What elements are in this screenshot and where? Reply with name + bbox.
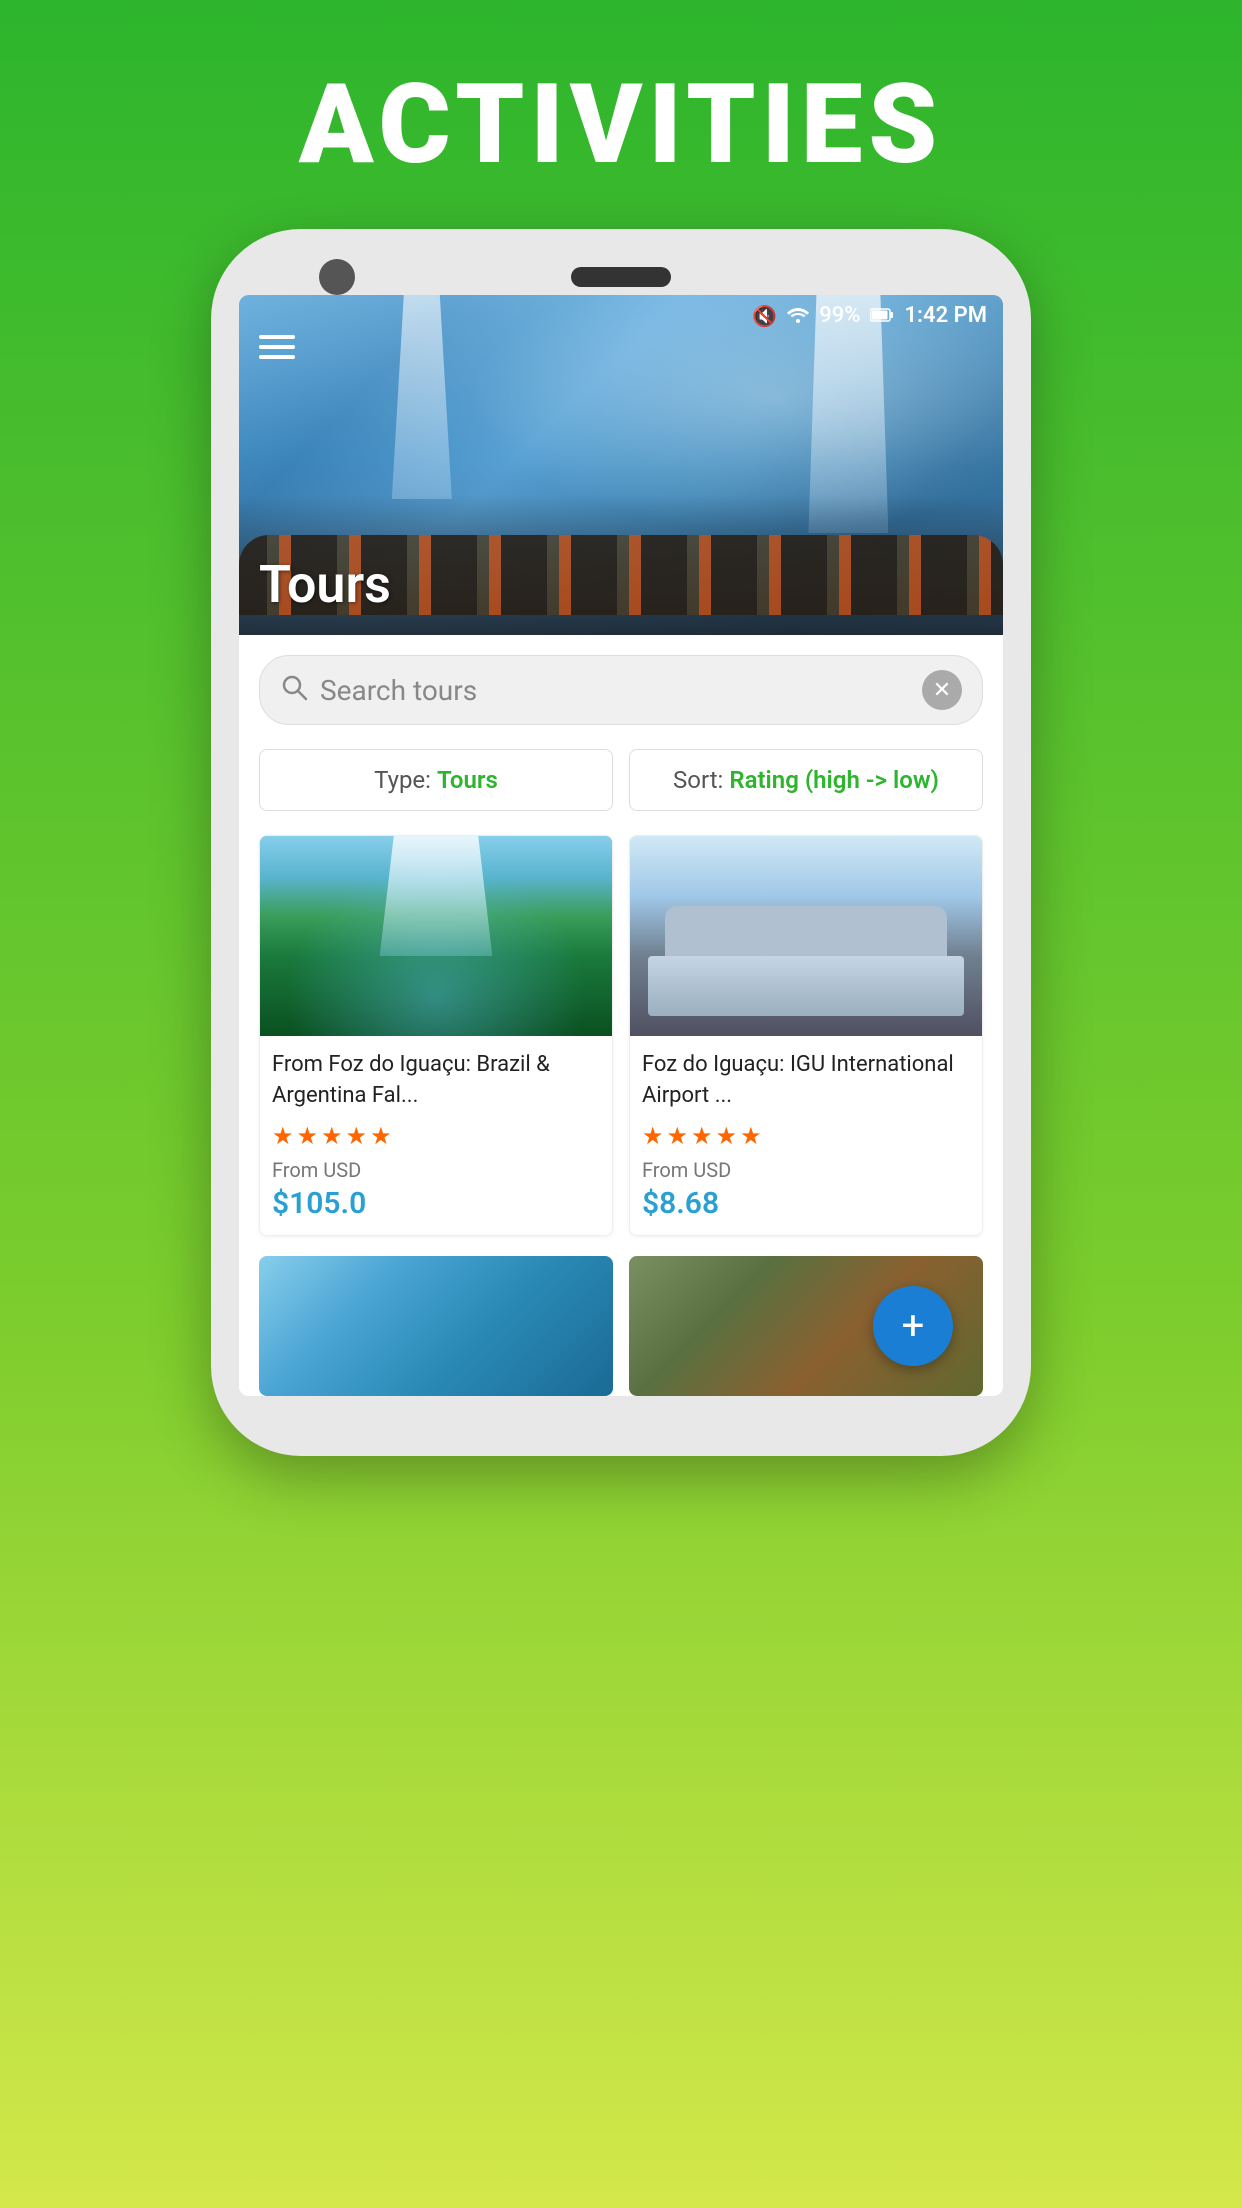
star-3: ★: [691, 1122, 713, 1150]
search-clear-button[interactable]: ✕: [922, 670, 962, 710]
bottom-card-2[interactable]: +: [629, 1256, 983, 1396]
tour-name-2: Foz do Iguaçu: IGU International Airport…: [642, 1050, 970, 1112]
search-icon: [280, 673, 308, 708]
from-label-2: From USD: [642, 1158, 970, 1182]
star-4: ★: [346, 1122, 368, 1150]
type-filter-value: Tours: [437, 766, 498, 794]
price-2: $8.68: [642, 1186, 970, 1221]
filter-section: Type: Tours Sort: Rating (high -> low): [239, 735, 1003, 825]
star-1: ★: [642, 1122, 664, 1150]
search-bar[interactable]: Search tours ✕: [259, 655, 983, 725]
tour-card-1[interactable]: From Foz do Iguaçu: Brazil & Argentina F…: [259, 835, 613, 1236]
status-time: 1:42 PM: [904, 303, 987, 328]
mute-icon: 🔇: [752, 304, 777, 328]
tour-info-2: Foz do Iguaçu: IGU International Airport…: [630, 1036, 982, 1235]
star-1: ★: [272, 1122, 294, 1150]
star-4: ★: [716, 1122, 738, 1150]
tours-grid: From Foz do Iguaçu: Brazil & Argentina F…: [239, 825, 1003, 1256]
hamburger-line-2: [259, 345, 295, 349]
tour-rating-1: ★ ★ ★ ★ ★: [272, 1122, 600, 1150]
search-section: Search tours ✕: [239, 635, 1003, 735]
search-input-placeholder[interactable]: Search tours: [320, 674, 910, 707]
star-2: ★: [297, 1122, 319, 1150]
type-filter-label: Type:: [374, 766, 431, 794]
from-label-1: From USD: [272, 1158, 600, 1182]
close-icon: ✕: [933, 678, 951, 703]
star-5: ★: [740, 1122, 762, 1150]
phone-wrapper: 🔇 99% 1:42 PM: [211, 229, 1031, 1456]
sort-filter-label: Sort:: [673, 766, 723, 794]
bottom-cards-row: +: [239, 1256, 1003, 1396]
star-5: ★: [370, 1122, 392, 1150]
status-bar: 🔇 99% 1:42 PM: [239, 295, 1003, 336]
tour-info-1: From Foz do Iguaçu: Brazil & Argentina F…: [260, 1036, 612, 1235]
add-icon: +: [902, 1302, 925, 1349]
tour-rating-2: ★ ★ ★ ★ ★: [642, 1122, 970, 1150]
bottom-card-image-1: [259, 1256, 613, 1396]
sort-filter-value: Rating (high -> low): [729, 766, 939, 794]
bottom-card-1[interactable]: [259, 1256, 613, 1396]
phone-earpiece: [571, 267, 671, 287]
tour-image-van: [630, 836, 982, 1036]
activities-heading: ACTIVITIES: [299, 60, 944, 189]
hero-title: Tours: [259, 554, 391, 615]
tour-name-1: From Foz do Iguaçu: Brazil & Argentina F…: [272, 1050, 600, 1112]
phone-screen: 🔇 99% 1:42 PM: [239, 295, 1003, 1396]
add-fab-button[interactable]: +: [873, 1286, 953, 1366]
tour-image-falls: [260, 836, 612, 1036]
hamburger-line-3: [259, 355, 295, 359]
hero-section: 🔇 99% 1:42 PM: [239, 295, 1003, 635]
star-3: ★: [321, 1122, 343, 1150]
star-2: ★: [667, 1122, 689, 1150]
type-filter-button[interactable]: Type: Tours: [259, 749, 613, 811]
phone-top-bar: [239, 259, 1003, 295]
wifi-icon: [787, 304, 809, 328]
battery-percent: 99%: [819, 303, 860, 328]
tour-card-2[interactable]: Foz do Iguaçu: IGU International Airport…: [629, 835, 983, 1236]
hamburger-menu-button[interactable]: [259, 335, 295, 359]
page-title-banner: ACTIVITIES: [299, 0, 944, 229]
price-1: $105.0: [272, 1186, 600, 1221]
battery-icon: [870, 304, 894, 328]
sort-filter-button[interactable]: Sort: Rating (high -> low): [629, 749, 983, 811]
phone-camera: [319, 259, 355, 295]
